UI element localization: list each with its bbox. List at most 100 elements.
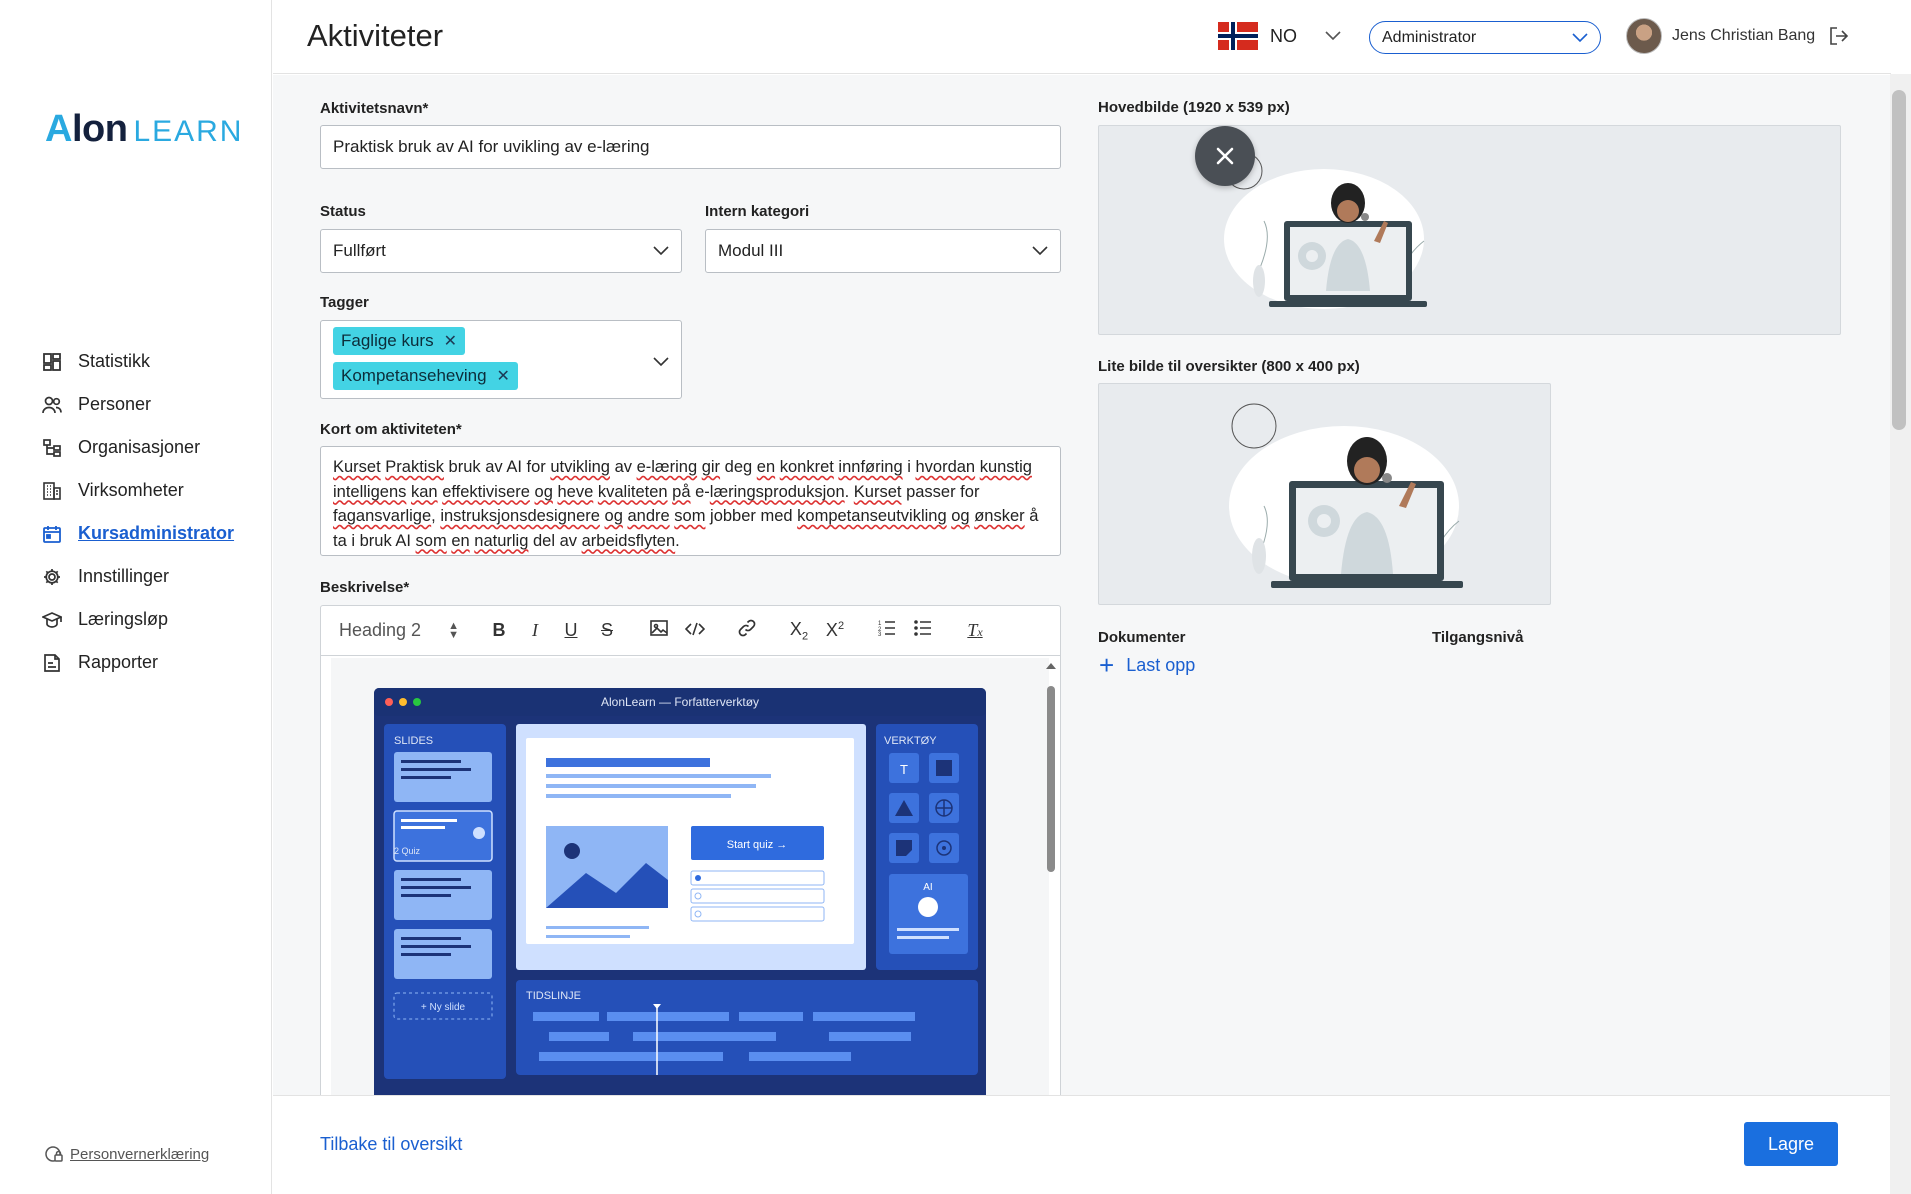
remove-tag-icon[interactable]: ✕ xyxy=(497,366,510,386)
summary-text-fragment: kvaliteten xyxy=(597,482,668,501)
sidebar-item-organisasjoner[interactable]: Organisasjoner xyxy=(42,426,234,469)
heading-select[interactable]: Heading 2 ▲ ▼ xyxy=(339,620,459,641)
summary-text-fragment: som xyxy=(415,531,447,550)
main-image-label: Hovedbilde (1920 x 539 px) xyxy=(1098,99,1290,116)
subscript-icon[interactable]: X2 xyxy=(781,619,817,643)
editor-content[interactable]: AlonLearn — Forfatterverktøy SLIDES 2 Qu… xyxy=(331,658,1049,1098)
sidebar-item-laeringslop[interactable]: Læringsløp xyxy=(42,598,234,641)
bold-icon[interactable]: B xyxy=(481,620,517,641)
sidebar-item-label: Rapporter xyxy=(78,652,159,672)
summary-text-fragment: intelligens xyxy=(333,482,407,501)
privacy-shield-icon xyxy=(45,1146,63,1162)
summary-text-fragment: av xyxy=(609,458,637,476)
calendar-icon xyxy=(42,524,62,544)
summary-text-fragment: e-læring xyxy=(636,458,698,476)
tag-chip: Faglige kurs ✕ xyxy=(333,327,466,355)
tags-select[interactable]: Faglige kurs ✕ Kompetanseheving ✕ xyxy=(320,320,682,399)
sidebar-item-label: Statistikk xyxy=(78,351,151,371)
main-content: Aktivitetsnavn* Praktisk bruk av AI for … xyxy=(273,75,1891,1100)
summary-textarea[interactable]: Kurset Praktisk bruk av AI for utvikling… xyxy=(320,446,1061,556)
summary-text-fragment: innføring xyxy=(838,458,903,476)
svg-text:AI: AI xyxy=(923,882,932,893)
bullet-list-icon[interactable] xyxy=(905,620,941,641)
sidebar-item-label: Læringsløp xyxy=(78,609,169,629)
sidebar-item-innstillinger[interactable]: Innstillinger xyxy=(42,555,234,598)
summary-text-fragment: som xyxy=(674,507,706,525)
people-icon xyxy=(42,395,62,415)
page-scrollbar[interactable] xyxy=(1890,74,1911,1194)
summary-text-fragment: kompetanseutvikling xyxy=(797,507,947,525)
editor-scrollbar[interactable] xyxy=(1047,686,1055,872)
summary-text-fragment: , xyxy=(431,507,441,525)
sidebar-item-statistikk[interactable]: Statistikk xyxy=(42,340,234,383)
summary-text-fragment: kunstig xyxy=(979,458,1032,476)
summary-text-fragment: hvordan xyxy=(915,458,976,476)
svg-text:Start quiz →: Start quiz → xyxy=(727,839,788,851)
summary-text-fragment: utvikling xyxy=(550,458,610,476)
language-selector[interactable]: NO xyxy=(1218,22,1341,50)
link-icon[interactable] xyxy=(729,619,765,642)
scroll-up-icon[interactable] xyxy=(1045,662,1057,670)
summary-text-fragment: bruk av AI for xyxy=(443,458,551,476)
tag-chip: Kompetanseheving ✕ xyxy=(333,362,518,390)
editor-toolbar: Heading 2 ▲ ▼ B I U S X2 X2 123 Tx xyxy=(321,606,1060,656)
role-select[interactable]: Administrator xyxy=(1369,21,1601,54)
activity-name-input[interactable]: Praktisk bruk av AI for uvikling av e-læ… xyxy=(320,125,1061,169)
summary-text-fragment: en xyxy=(756,458,776,476)
close-button[interactable] xyxy=(1195,126,1255,186)
sidebar-item-label: Kursadministrator xyxy=(78,523,235,543)
summary-text-fragment: fagansvarlige xyxy=(333,507,432,525)
user-menu[interactable]: Jens Christian Bang xyxy=(1626,18,1815,54)
sidebar-item-virksomheter[interactable]: Virksomheter xyxy=(42,469,234,512)
placeholder-illustration-image xyxy=(1229,403,1463,588)
top-header: Aktiviteter NO Administrator Jens Christ… xyxy=(273,0,1891,74)
remove-tag-icon[interactable]: ✕ xyxy=(444,331,457,351)
category-select[interactable]: Modul III xyxy=(705,229,1061,273)
upload-button[interactable]: + Last opp xyxy=(1099,652,1195,678)
svg-text:3: 3 xyxy=(878,632,882,636)
privacy-link[interactable]: Personvernerklæring xyxy=(44,1144,209,1164)
summary-text-fragment: i xyxy=(902,458,916,476)
clear-format-icon[interactable]: Tx xyxy=(957,620,993,641)
svg-text:2 Quiz: 2 Quiz xyxy=(394,846,421,856)
save-button[interactable]: Lagre xyxy=(1744,1122,1838,1166)
documents-label: Dokumenter xyxy=(1098,629,1186,646)
status-select[interactable]: Fullført xyxy=(320,229,682,273)
strikethrough-icon[interactable]: S xyxy=(589,620,625,641)
sidebar-item-kursadministrator[interactable]: Kursadministrator xyxy=(42,512,234,555)
footer-bar: Tilbake til oversikt Lagre xyxy=(273,1095,1891,1194)
name-label: Aktivitetsnavn* xyxy=(320,100,429,117)
alon-learn-logo[interactable]: Alon LEARN xyxy=(45,108,243,151)
sidebar-item-rapporter[interactable]: Rapporter xyxy=(42,641,234,684)
sidebar-item-personer[interactable]: Personer xyxy=(42,383,234,426)
ordered-list-icon[interactable]: 123 xyxy=(869,620,905,641)
code-icon[interactable] xyxy=(677,620,713,641)
svg-text:TIDSLINJE: TIDSLINJE xyxy=(526,990,581,1002)
sidebar-item-label: Personer xyxy=(78,394,152,414)
image-icon[interactable] xyxy=(641,620,677,641)
small-image-dropzone[interactable] xyxy=(1098,383,1551,605)
description-editor[interactable]: Heading 2 ▲ ▼ B I U S X2 X2 123 Tx AlonL… xyxy=(320,605,1061,1100)
chevron-down-icon xyxy=(1032,246,1048,256)
chevron-down-icon xyxy=(653,357,669,367)
svg-text:+ Ny slide: + Ny slide xyxy=(421,1002,466,1013)
language-code: NO xyxy=(1270,25,1297,46)
page-scrollbar-thumb[interactable] xyxy=(1892,90,1906,430)
sidebar: Alon LEARN Statistikk Personer Organisas… xyxy=(0,0,272,1194)
summary-text-fragment: effektivisere xyxy=(442,482,530,501)
report-icon xyxy=(42,653,62,673)
svg-text:SLIDES: SLIDES xyxy=(394,735,433,747)
logout-icon[interactable] xyxy=(1829,26,1849,51)
superscript-icon[interactable]: X2 xyxy=(817,620,853,641)
summary-text-fragment: og xyxy=(604,507,623,525)
summary-text-fragment: kan xyxy=(410,482,438,501)
summary-text-fragment: Kurset xyxy=(333,458,381,476)
summary-text-fragment: e- xyxy=(690,482,710,501)
summary-label: Kort om aktiviteten* xyxy=(320,421,462,438)
back-to-overview-link[interactable]: Tilbake til oversikt xyxy=(320,1134,462,1155)
gear-icon xyxy=(42,567,62,587)
chevron-down-icon xyxy=(653,246,669,256)
summary-text-fragment: Kurset xyxy=(853,482,902,501)
italic-icon[interactable]: I xyxy=(517,620,553,641)
underline-icon[interactable]: U xyxy=(553,620,589,641)
